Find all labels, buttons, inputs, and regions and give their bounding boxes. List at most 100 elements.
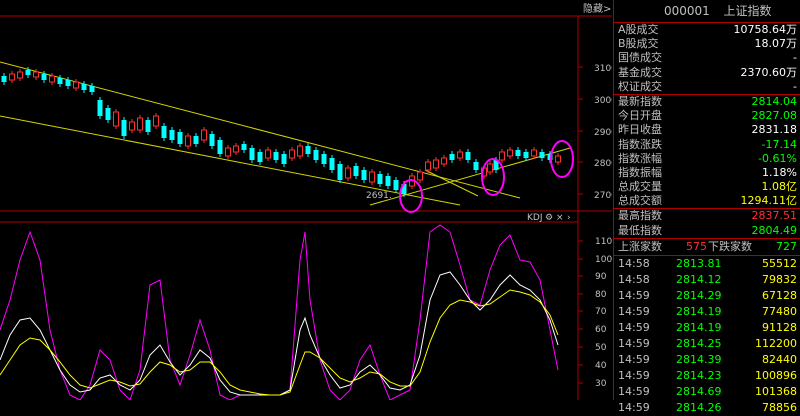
tick-price: 2814.23 xyxy=(676,368,722,382)
candle-body xyxy=(73,81,79,89)
candle-body xyxy=(265,149,271,159)
advance-label: 上涨家数 xyxy=(618,239,662,253)
candle-body xyxy=(9,73,15,81)
expand-icon[interactable]: › xyxy=(567,213,571,223)
candle-body xyxy=(137,117,143,131)
hide-panel-link[interactable]: 隐藏>> xyxy=(583,3,620,15)
high-low-stats: 最高指数 2837.51 最低指数 2804.49 xyxy=(614,209,800,239)
candle-body xyxy=(25,70,31,75)
tick-list[interactable]: 14:58 2813.81 55512 14:58 2814.12 79832 14:59 2… xyxy=(614,256,800,416)
candle-body xyxy=(169,130,175,140)
stat-row: 今日开盘 2827.08 xyxy=(614,109,800,123)
tick-vol: 91128 xyxy=(762,320,797,334)
candle-body xyxy=(369,171,375,183)
candle-body xyxy=(297,145,303,157)
stat-row: 最低指数 2804.49 xyxy=(614,224,800,238)
candle-body xyxy=(281,154,287,164)
indicator-name[interactable]: KDJ xyxy=(527,213,543,223)
stat-row: 指数涨幅 -0.61% xyxy=(614,152,800,166)
tick-price: 2814.12 xyxy=(676,272,722,286)
candle-body xyxy=(185,135,191,147)
candle-body xyxy=(153,115,159,127)
indicator-tick-label: 40 xyxy=(595,361,607,371)
close-icon[interactable]: × xyxy=(556,213,564,223)
stat-label: 指数涨跌 xyxy=(618,137,662,151)
candle-body xyxy=(33,71,39,78)
tick-row: 14:59 2814.69 101368 xyxy=(614,384,800,400)
candle-body xyxy=(345,167,351,179)
candle-body xyxy=(129,121,135,131)
tick-time: 14:59 xyxy=(618,288,650,302)
kline-chart-svg[interactable]: 隐藏>> 3100 3000 2900 2800 2700 KDJ ⚙ × › … xyxy=(0,0,620,401)
tick-vol: 112200 xyxy=(755,336,797,350)
indicator-tick-label: 90 xyxy=(595,272,607,282)
index-stats: 最新指数 2814.04 今日开盘 2827.08 昨日收盘 2831.18 指数涨跌 -17… xyxy=(614,95,800,210)
candle-body xyxy=(57,78,63,84)
stat-row: 权证成交 - xyxy=(614,80,800,94)
candle-body xyxy=(499,151,505,161)
tick-time: 14:59 xyxy=(618,320,650,334)
gear-icon[interactable]: ⚙ xyxy=(545,213,553,223)
price-tick-3000: 3000 xyxy=(594,96,612,106)
stat-value: 10758.64万 xyxy=(733,23,798,36)
tick-time: 14:59 xyxy=(618,352,650,366)
candle-body xyxy=(225,147,231,157)
tick-time: 14:58 xyxy=(618,272,650,286)
stat-value: 1294.11亿 xyxy=(740,194,798,208)
candle-body xyxy=(361,170,367,180)
candle-body xyxy=(457,151,463,159)
stat-value: 1.08亿 xyxy=(761,180,798,194)
tick-price: 2814.69 xyxy=(676,384,722,398)
price-tick-2700: 2700 xyxy=(594,191,612,201)
price-tick-2900: 2900 xyxy=(594,128,612,138)
candle-body xyxy=(233,145,239,153)
stat-value: 2370.60万 xyxy=(740,65,798,79)
stat-row: 总成交额 1294.11亿 xyxy=(614,194,800,208)
stat-label: 最高指数 xyxy=(618,209,662,223)
candle-body xyxy=(353,166,359,176)
candle-body xyxy=(113,111,119,127)
tick-vol: 77480 xyxy=(762,304,797,318)
indicator-tick-label: 110 xyxy=(595,237,612,247)
security-code: 000001 xyxy=(664,4,710,18)
stat-label: 最低指数 xyxy=(618,223,662,237)
stat-label: 昨日收盘 xyxy=(618,123,662,137)
advance-count: 575 xyxy=(686,239,707,253)
candle-body xyxy=(425,161,431,171)
stat-value: 2831.18 xyxy=(751,123,798,137)
tick-row: 14:58 2814.12 79832 xyxy=(614,272,800,288)
stat-label: 最新指数 xyxy=(618,94,662,108)
stat-value: -0.61% xyxy=(758,151,797,165)
candle-body xyxy=(257,152,263,162)
tick-price: 2814.39 xyxy=(676,352,722,366)
candle-body xyxy=(1,76,7,82)
stat-label: 指数振幅 xyxy=(618,165,662,179)
stat-label: 基金成交 xyxy=(618,65,662,79)
candle-body xyxy=(81,84,87,90)
candle-body xyxy=(161,126,167,138)
indicator-tick-label: 100 xyxy=(595,255,612,265)
low-annotation: 2691. xyxy=(366,191,392,201)
candle-body xyxy=(41,74,47,80)
stat-label: A股成交 xyxy=(618,23,659,36)
stat-row: 总成交量 1.08亿 xyxy=(614,180,800,194)
tick-row: 14:59 2814.29 67128 xyxy=(614,288,800,304)
stat-row: 最高指数 2837.51 xyxy=(614,209,800,223)
candle-body xyxy=(523,152,529,158)
tick-time: 14:59 xyxy=(618,384,650,398)
candle-body xyxy=(433,159,439,169)
kline-chart-area[interactable]: 隐藏>> 3100 3000 2900 2800 2700 KDJ ⚙ × › … xyxy=(0,0,620,401)
tick-price: 2814.29 xyxy=(676,288,722,302)
candle-body xyxy=(393,180,399,190)
candle-body xyxy=(449,154,455,160)
candle-body xyxy=(65,80,71,86)
advance-decline-row: 上涨家数 575 下跌家数 727 xyxy=(614,239,800,256)
stat-label: 国债成交 xyxy=(618,51,662,65)
candle-body xyxy=(465,152,471,160)
stat-value: 2837.51 xyxy=(751,209,798,223)
stat-row: 最新指数 2814.04 xyxy=(614,95,800,109)
stat-value: 2814.04 xyxy=(751,94,798,108)
candle-body xyxy=(201,129,207,141)
tick-time: 14:59 xyxy=(618,336,650,350)
decline-count: 727 xyxy=(776,239,797,253)
